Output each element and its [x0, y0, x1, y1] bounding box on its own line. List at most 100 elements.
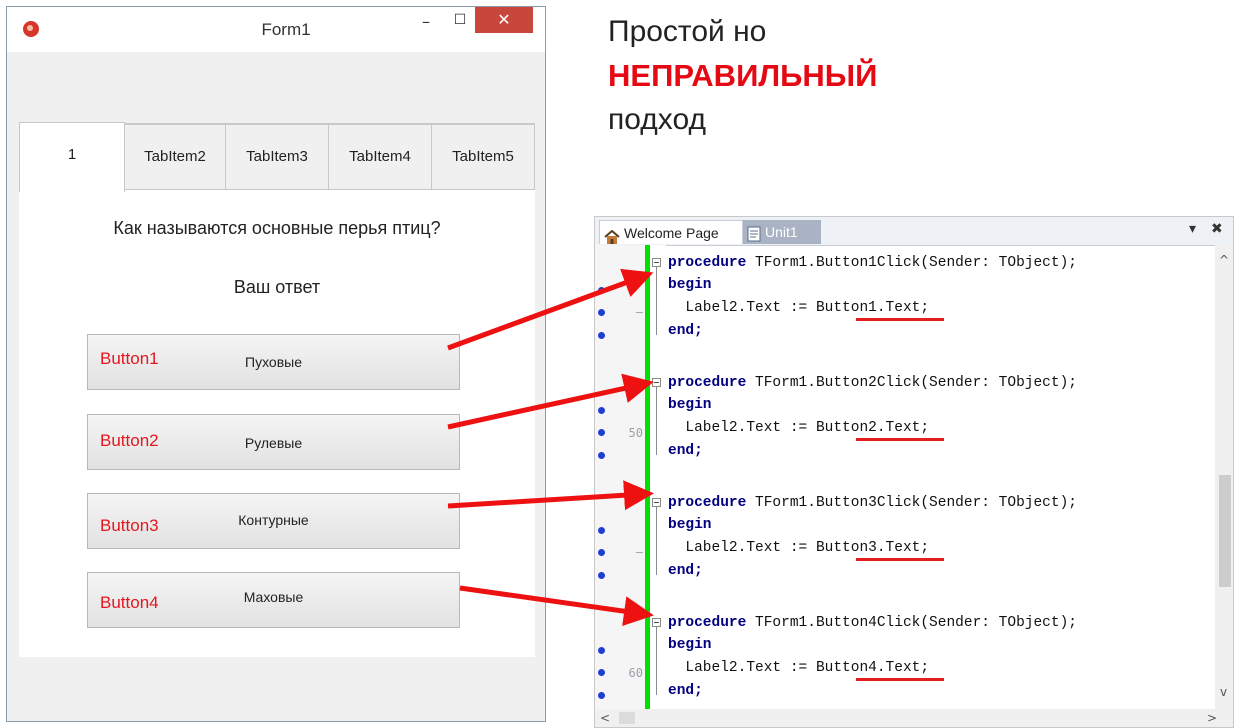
toolbar-area: [19, 55, 535, 125]
assign-tail: .Text;: [876, 300, 930, 316]
dropdown-icon[interactable]: ▾: [1189, 221, 1196, 237]
editor-gutter: – 50 – 60: [595, 245, 645, 709]
code-line[interactable]: Label2.Text := Button1.Text;: [668, 298, 929, 318]
button-ref: Button2: [815, 420, 877, 436]
code-line[interactable]: Label2.Text := Button2.Text;: [668, 418, 929, 438]
procedure-header: TForm1.Button2Click(Sender: TObject);: [755, 375, 1077, 391]
procedure-header: TForm1.Button3Click(Sender: TObject);: [755, 495, 1077, 511]
fold-line: [656, 267, 657, 335]
code-line[interactable]: procedure TForm1.Button4Click(Sender: TO…: [668, 613, 1077, 633]
headline-line-1: Простой но: [608, 15, 767, 48]
keyword: procedure: [668, 615, 747, 631]
breakpoint-dot: [598, 692, 605, 699]
status-area: [19, 657, 535, 715]
button-ref: Button1: [815, 300, 877, 316]
assign-text: Label2.Text :=: [685, 420, 816, 436]
tab-unit1-label: Unit1: [765, 224, 798, 240]
procedure-header: TForm1.Button1Click(Sender: TObject);: [755, 255, 1077, 271]
question-label: Как называются основные перья птиц?: [113, 218, 441, 238]
procedure-header: TForm1.Button4Click(Sender: TObject);: [755, 615, 1077, 631]
scroll-thumb[interactable]: [1219, 475, 1231, 587]
highlight-underline: [856, 558, 944, 561]
minimize-button[interactable]: –: [411, 9, 441, 35]
tab-unit1[interactable]: Unit1: [743, 220, 821, 244]
assign-tail: .Text;: [876, 540, 930, 556]
answer-button-2[interactable]: Button2 Рулевые: [87, 414, 460, 470]
code-line[interactable]: begin: [668, 635, 712, 655]
horizontal-scrollbar[interactable]: < >: [595, 709, 1233, 727]
answer-button-4[interactable]: Button4 Маховые: [87, 572, 460, 628]
code-line[interactable]: end;: [668, 681, 703, 701]
code-line[interactable]: procedure TForm1.Button3Click(Sender: TO…: [668, 493, 1077, 513]
code-line[interactable]: procedure TForm1.Button2Click(Sender: TO…: [668, 373, 1077, 393]
keyword: end;: [668, 443, 703, 459]
keyword: end;: [668, 323, 703, 339]
line-number: 60: [628, 666, 643, 680]
fold-toggle[interactable]: [652, 618, 661, 627]
close-button[interactable]: ✕: [475, 7, 533, 33]
headline-line-2: НЕПРАВИЛЬНЫЙ: [608, 58, 878, 93]
breakpoint-dot: [598, 407, 605, 414]
tab-welcome-page[interactable]: Welcome Page: [599, 220, 743, 245]
button-caption: Пуховые: [245, 354, 302, 370]
headline: Простой но НЕПРАВИЛЬНЫЙ подход: [608, 10, 877, 142]
fold-toggle[interactable]: [652, 378, 661, 387]
line-number: 50: [628, 426, 643, 440]
maximize-button[interactable]: ☐: [445, 7, 475, 33]
tab-item-2[interactable]: TabItem2: [124, 124, 226, 190]
editor-tab-bar: Welcome Page Unit1 ▾ ✖: [595, 217, 1233, 246]
vertical-scrollbar[interactable]: ^ v: [1215, 245, 1233, 709]
code-line[interactable]: Label2.Text := Button3.Text;: [668, 538, 929, 558]
scroll-left-arrow[interactable]: <: [600, 711, 610, 725]
code-line[interactable]: begin: [668, 275, 712, 295]
breakpoint-dot: [598, 309, 605, 316]
scroll-up-arrow[interactable]: ^: [1219, 253, 1229, 267]
breakpoint-dot: [598, 647, 605, 654]
fold-toggle[interactable]: [652, 258, 661, 267]
breakpoint-dot: [598, 549, 605, 556]
answer-label: Ваш ответ: [233, 277, 321, 297]
code-line[interactable]: begin: [668, 395, 712, 415]
tab-item-3[interactable]: TabItem3: [225, 124, 329, 190]
keyword: end;: [668, 683, 703, 699]
close-tab-icon[interactable]: ✖: [1211, 221, 1223, 237]
breakpoint-dot: [598, 527, 605, 534]
gutter-mark: –: [635, 545, 643, 559]
keyword: begin: [668, 277, 712, 293]
keyword: procedure: [668, 375, 747, 391]
answer-button-1[interactable]: Button1 Пуховые: [87, 334, 460, 390]
button-caption: Маховые: [243, 589, 304, 605]
code-line[interactable]: end;: [668, 561, 703, 581]
tab-item-4[interactable]: TabItem4: [328, 124, 432, 190]
breakpoint-dot: [598, 332, 605, 339]
code-line[interactable]: end;: [668, 321, 703, 341]
answer-button-3[interactable]: Button3 Контурные: [87, 493, 460, 549]
assign-text: Label2.Text :=: [685, 540, 816, 556]
fold-line: [656, 627, 657, 695]
keyword: procedure: [668, 495, 747, 511]
code-line[interactable]: end;: [668, 441, 703, 461]
tab-strip: 1 TabItem2 TabItem3 TabItem4 TabItem5: [19, 122, 535, 192]
code-line[interactable]: begin: [668, 515, 712, 535]
tab-item-5[interactable]: TabItem5: [431, 124, 535, 190]
button-caption: Контурные: [238, 512, 309, 528]
breakpoint-dot: [598, 429, 605, 436]
scroll-thumb[interactable]: [619, 712, 635, 724]
breakpoint-dot: [598, 452, 605, 459]
button-caption: Рулевые: [244, 435, 303, 451]
breakpoint-dot: [598, 287, 605, 294]
fold-line: [656, 507, 657, 575]
fold-toggle[interactable]: [652, 498, 661, 507]
scroll-right-arrow[interactable]: >: [1207, 711, 1217, 725]
form-window: Form1 – ☐ ✕ 1 TabItem2 TabItem3 TabItem4…: [6, 6, 546, 722]
button-ref: Button3: [815, 540, 877, 556]
tab-control: 1 TabItem2 TabItem3 TabItem4 TabItem5 Ка…: [19, 122, 535, 658]
code-editor: Welcome Page Unit1 ▾ ✖ – 50 – 60 procedu…: [594, 216, 1234, 728]
keyword: begin: [668, 397, 712, 413]
highlight-underline: [856, 678, 944, 681]
scroll-down-arrow[interactable]: v: [1220, 685, 1227, 699]
tab-1[interactable]: 1: [19, 122, 125, 192]
title-bar[interactable]: Form1 – ☐ ✕: [7, 7, 545, 52]
code-line[interactable]: Label2.Text := Button4.Text;: [668, 658, 929, 678]
code-line[interactable]: procedure TForm1.Button1Click(Sender: TO…: [668, 253, 1077, 273]
